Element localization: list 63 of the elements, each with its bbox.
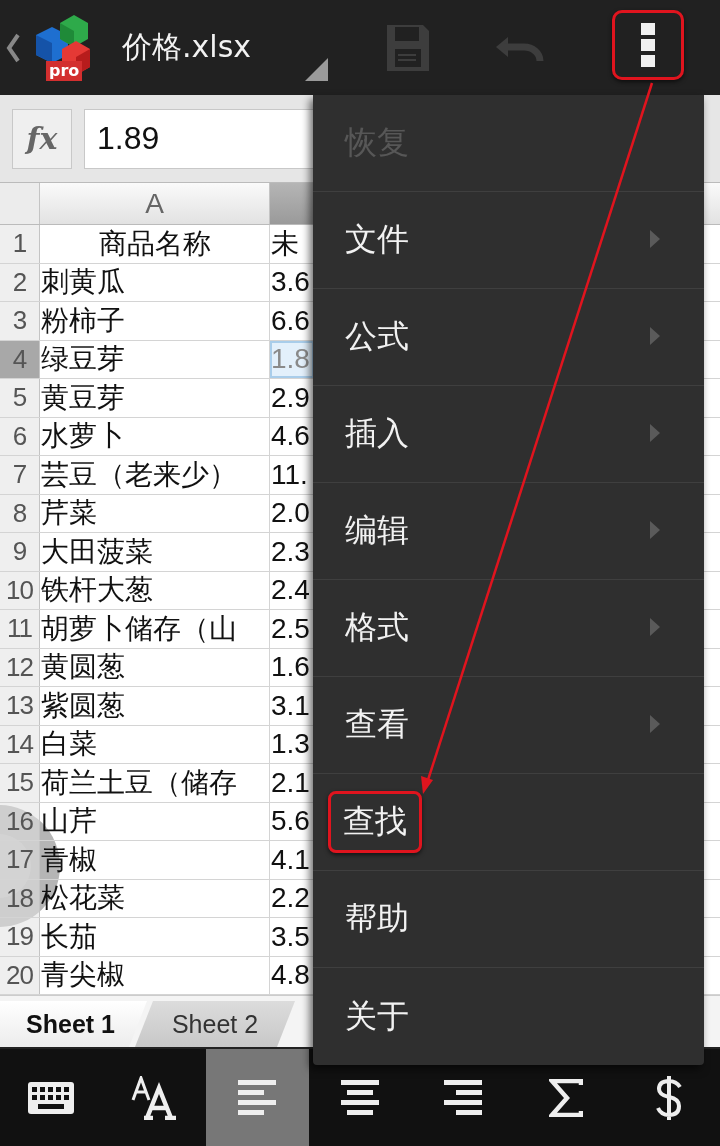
row-header[interactable]: 6 [0,417,40,455]
align-left-icon [238,1079,277,1116]
table-cell: 芹菜 [40,494,270,532]
file-title[interactable]: 价格.xlsx [122,27,251,68]
menu-item[interactable]: 公式 [345,309,409,365]
keyboard-icon [28,1081,75,1114]
more-icon [641,23,655,67]
row-header[interactable]: 10 [0,571,40,609]
table-cell: 荷兰土豆（储存 [40,764,270,802]
row-header[interactable]: 12 [0,648,40,686]
menu-item[interactable]: 编辑 [345,503,409,559]
row-header[interactable]: 14 [0,725,40,763]
table-cell: 商品名称 [40,225,270,263]
table-cell: 长茄 [40,918,270,956]
save-icon [385,23,431,73]
row-header[interactable]: 19 [0,918,40,956]
align-center-icon [341,1079,379,1116]
table-cell: 胡萝卜储存（山 [40,610,270,648]
row-header[interactable]: 15 [0,764,40,802]
row-header[interactable]: 7 [0,456,40,494]
row-header[interactable]: 17 [0,841,40,879]
table-cell: 松花菜 [40,879,270,917]
font-size-icon [131,1075,178,1120]
row-header[interactable]: 5 [0,379,40,417]
menu-item[interactable]: 格式 [345,600,409,656]
menu-button[interactable] [612,10,684,80]
table-cell: 芸豆（老来少） [40,456,270,494]
row-header[interactable]: 2 [0,263,40,301]
menu-item[interactable]: 查看 [345,697,409,753]
table-cell: 青椒 [40,841,270,879]
table-cell: 铁杆大葱 [40,571,270,609]
menu-item[interactable]: 插入 [345,406,409,462]
menu-item[interactable]: 文件 [345,212,409,268]
table-cell: 白菜 [40,725,270,763]
menu-item[interactable]: 查找 [328,791,422,853]
table-cell: 紫圆葱 [40,687,270,725]
row-header[interactable]: 11 [0,610,40,648]
align-right-icon [443,1079,482,1116]
table-cell: 刺黄瓜 [40,263,270,301]
row-header[interactable]: 13 [0,687,40,725]
menu-item[interactable]: 关于 [345,988,409,1045]
sheet-tab[interactable]: Sheet 1 [0,1001,147,1047]
table-cell: 青尖椒 [40,956,270,994]
table-cell: 粉柿子 [40,302,270,340]
row-header[interactable]: 16 [0,802,40,840]
table-cell: 山芹 [40,802,270,840]
dropdown-corner-icon[interactable] [305,58,328,81]
table-cell: 水萝卜 [40,417,270,455]
table-cell: 大田菠菜 [40,533,270,571]
menu-item[interactable]: 帮助 [345,891,409,947]
table-cell: 黄豆芽 [40,379,270,417]
sheet-tab[interactable]: Sheet 2 [135,1001,295,1047]
row-header[interactable]: 8 [0,494,40,532]
logo-badge: pro [46,60,83,81]
row-header[interactable]: 3 [0,302,40,340]
column-header[interactable] [270,183,314,224]
table-cell: 1.8 [270,340,314,378]
table-cell: 黄圆葱 [40,648,270,686]
row-header[interactable]: 9 [0,533,40,571]
row-header[interactable]: 20 [0,956,40,994]
function-button[interactable]: fx [12,108,72,169]
row-header[interactable]: 1 [0,225,40,263]
sigma-icon [548,1078,583,1117]
